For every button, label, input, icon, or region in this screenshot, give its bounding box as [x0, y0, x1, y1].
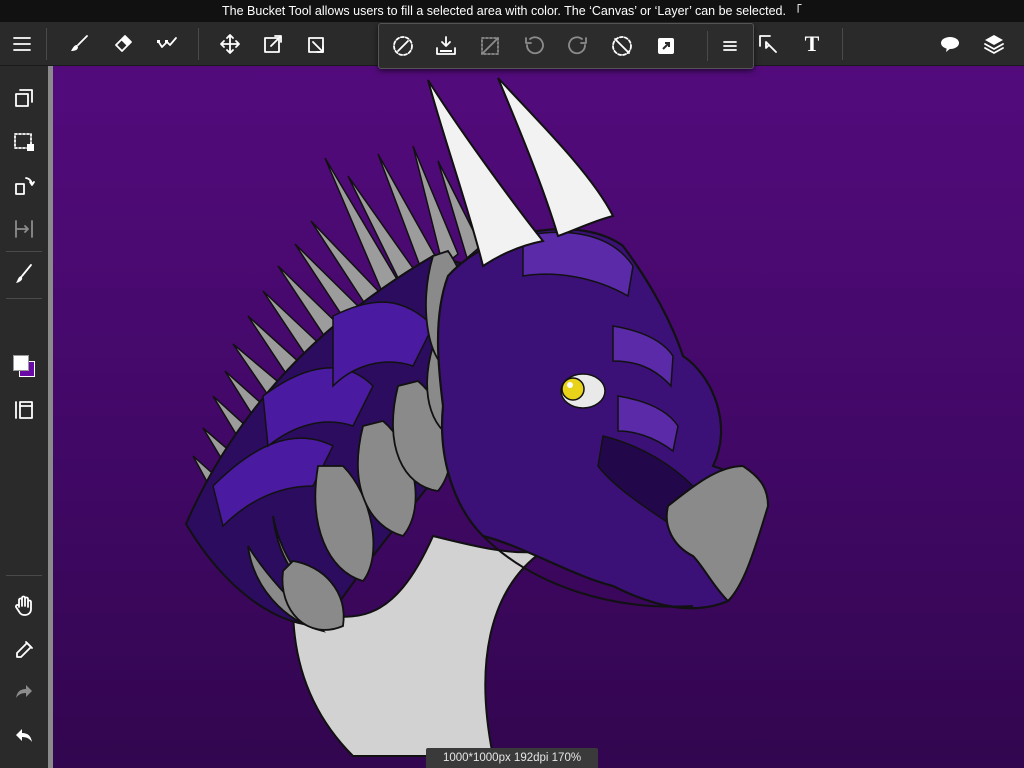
selection-toolbar [378, 23, 754, 69]
fill-selection-icon [436, 36, 456, 55]
transform-side-button[interactable] [0, 166, 48, 206]
text-icon: T [804, 31, 820, 56]
redo-icon [16, 685, 32, 698]
color-swatch-button[interactable] [0, 346, 48, 386]
transform-icon [264, 35, 282, 53]
primary-color-swatch [13, 355, 29, 371]
selection-tool-icon [14, 133, 34, 151]
sidebar-divider [6, 298, 42, 299]
dragon-eye-iris [561, 377, 585, 401]
snap-tool-button[interactable] [147, 22, 187, 66]
drawing-canvas[interactable] [53, 66, 1024, 768]
left-sidebar [0, 66, 48, 768]
rotate-right-button[interactable] [557, 24, 599, 68]
move-tool-button[interactable] [210, 22, 250, 66]
brush-settings-button[interactable] [0, 254, 48, 294]
flip-icon [15, 220, 33, 238]
rotate-left-icon [525, 36, 544, 55]
text-tool-button[interactable]: T [792, 22, 832, 66]
export-icon [308, 37, 324, 53]
resize-button[interactable] [645, 24, 687, 68]
clear-selection-icon [481, 37, 499, 55]
deselect-icon [393, 36, 413, 56]
toolbar-divider [198, 28, 199, 60]
speech-bubble-button[interactable] [930, 22, 970, 66]
selection-more-button[interactable] [709, 24, 751, 68]
canvas-info-label: 1000*1000px 192dpi 170% [426, 748, 598, 768]
eraser-icon [115, 35, 132, 52]
brush-icon [71, 35, 88, 51]
toolbar-divider [46, 28, 47, 60]
color-swatch [11, 353, 37, 379]
undo-button[interactable] [0, 717, 48, 757]
menu-icon [13, 37, 31, 51]
eraser-tool-button[interactable] [103, 22, 143, 66]
move-icon [220, 34, 240, 54]
fill-selection-button[interactable] [425, 24, 467, 68]
dragon-artwork [184, 77, 770, 757]
layers-icon [984, 35, 1004, 54]
deselect-button[interactable] [382, 24, 424, 68]
brush-tool-button[interactable] [59, 22, 99, 66]
tool-hint-bar: The Bucket Tool allows users to fill a s… [0, 0, 1024, 22]
flip-button[interactable] [0, 209, 48, 249]
more-menu-icon [723, 41, 737, 51]
tool-hint-text: The Bucket Tool allows users to fill a s… [222, 4, 802, 18]
dragon-eye-highlight [567, 382, 573, 388]
selection-tool-button[interactable] [0, 122, 48, 162]
cancel-transform-icon [612, 36, 632, 56]
layers-button[interactable] [974, 22, 1014, 66]
brush-settings-icon [16, 264, 32, 283]
eyedropper-button[interactable] [0, 630, 48, 670]
panel-toggle-button[interactable] [0, 390, 48, 430]
cancel-transform-button[interactable] [601, 24, 643, 68]
select-icon [759, 35, 777, 53]
speech-bubble-icon [941, 37, 959, 52]
redo-button[interactable] [0, 673, 48, 713]
clear-selection-button[interactable] [469, 24, 511, 68]
toolbar-divider [842, 28, 843, 60]
transform-icon [15, 177, 35, 195]
snap-icon [157, 37, 177, 48]
copy-layer-icon [15, 89, 33, 107]
resize-icon [658, 38, 674, 54]
panel-icon [15, 401, 33, 419]
undo-icon [16, 729, 32, 742]
rotate-right-icon [568, 36, 587, 55]
rotate-left-button[interactable] [513, 24, 555, 68]
app-window: The Bucket Tool allows users to fill a s… [0, 0, 1024, 768]
eyedropper-icon [16, 641, 33, 658]
copy-layer-button[interactable] [0, 78, 48, 118]
menu-button[interactable] [2, 22, 42, 66]
sidebar-divider [6, 575, 42, 576]
selection-toolbar-divider [707, 31, 708, 61]
sidebar-divider [6, 251, 42, 252]
select-tool-button[interactable] [748, 22, 788, 66]
hand-tool-button[interactable] [0, 586, 48, 626]
transform-tool-button[interactable] [253, 22, 293, 66]
hand-icon [15, 595, 32, 616]
export-tool-button[interactable] [297, 22, 337, 66]
